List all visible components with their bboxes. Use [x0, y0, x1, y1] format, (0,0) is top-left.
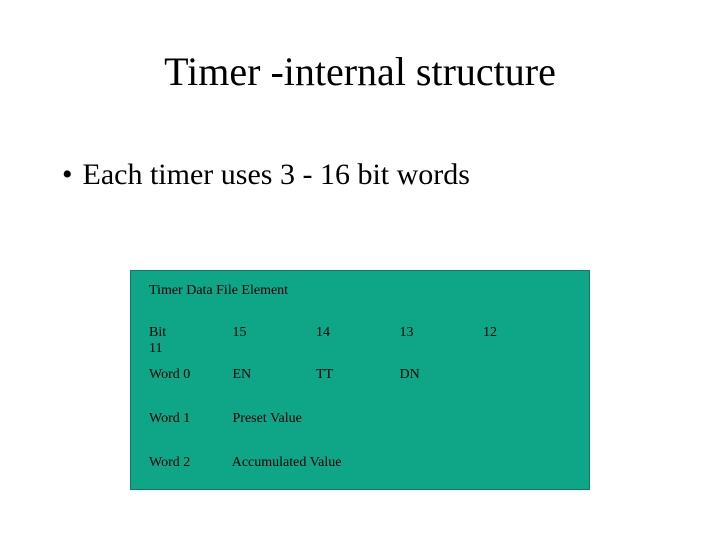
word0-label: Word 0: [149, 367, 229, 383]
bit-14: 14: [316, 325, 396, 341]
bullet-dot: •: [62, 158, 73, 191]
word1-value: Preset Value: [233, 411, 302, 426]
bit-12: 12: [483, 325, 548, 341]
bit-15: 15: [233, 325, 313, 341]
timer-table: Timer Data File Element Bit 15 14 13 12 …: [130, 270, 590, 490]
table-row-word0: Word 0 EN TT DN: [149, 367, 480, 383]
word2-value: Accumulated Value: [232, 455, 342, 470]
slide: Timer -internal structure • Each timer us…: [0, 0, 720, 540]
table-row-word2: Word 2 Accumulated Value: [149, 455, 342, 471]
bit-11: 11: [149, 341, 214, 357]
word0-dn: DN: [400, 367, 480, 383]
word1-label: Word 1: [149, 411, 229, 427]
table-row-bits: Bit 15 14 13 12 11: [149, 325, 589, 357]
table-header: Timer Data File Element: [149, 283, 288, 299]
bullet-line: • Each timer uses 3 - 16 bit words: [62, 158, 470, 192]
slide-title: Timer -internal structure: [0, 48, 720, 95]
word0-en: EN: [233, 367, 313, 383]
table-row-word1: Word 1 Preset Value: [149, 411, 302, 427]
bit-13: 13: [400, 325, 480, 341]
word2-label: Word 2: [149, 455, 229, 471]
word0-tt: TT: [316, 367, 396, 383]
bits-label: Bit: [149, 325, 229, 341]
bullet-text: Each timer uses 3 - 16 bit words: [83, 158, 470, 191]
